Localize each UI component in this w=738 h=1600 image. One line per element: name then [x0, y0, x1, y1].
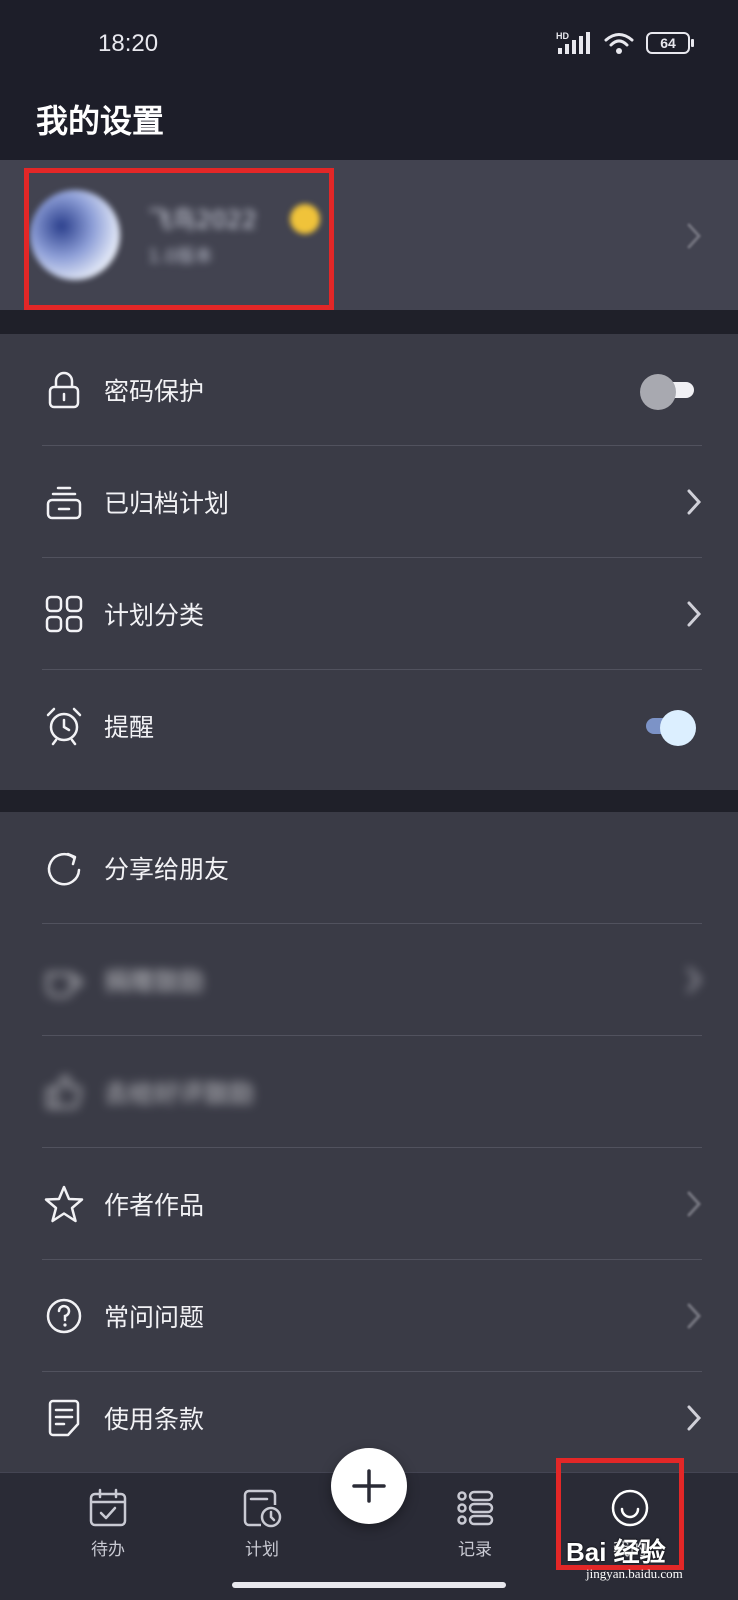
setting-row-donate[interactable]: 捐赠鼓励 — [0, 924, 738, 1036]
setting-label: 捐赠鼓励 — [104, 967, 205, 996]
smiley-icon — [611, 1489, 649, 1527]
setting-row-password[interactable]: 密码保护 — [0, 334, 738, 446]
avatar[interactable] — [30, 190, 120, 280]
setting-label: 去给好评鼓励 — [104, 1079, 255, 1108]
watermark-logo: Bai 经验 — [566, 1537, 666, 1567]
plus-icon — [352, 1469, 386, 1503]
question-icon — [46, 1298, 82, 1334]
document-icon — [48, 1399, 80, 1437]
section-separator — [0, 310, 738, 334]
tab-plan[interactable]: 计划 — [222, 1487, 302, 1560]
toggle-knob — [660, 710, 696, 746]
tab-records[interactable]: 记录 — [435, 1487, 515, 1560]
setting-label: 计划分类 — [104, 601, 205, 630]
password-toggle[interactable] — [640, 374, 696, 410]
setting-label: 提醒 — [104, 713, 155, 742]
setting-label: 已归档计划 — [104, 489, 230, 518]
status-time: 18:20 — [98, 30, 159, 57]
settings-group-2: 分享给朋友 捐赠鼓励 去给好评鼓励 作者作品 常问问题 使用条款 — [0, 812, 738, 1472]
tab-label: 记录 — [458, 1540, 492, 1560]
signal-icon: HD — [556, 31, 590, 54]
tab-todo[interactable]: 待办 — [68, 1487, 148, 1560]
chevron-right-icon — [687, 601, 702, 627]
add-button[interactable] — [331, 1448, 407, 1524]
setting-row-reminder[interactable]: 提醒 — [0, 670, 738, 782]
tab-label: 待办 — [91, 1540, 125, 1560]
setting-label: 常问问题 — [104, 1303, 205, 1332]
star-icon — [44, 1185, 84, 1223]
lock-icon — [48, 371, 80, 409]
chevron-right-icon — [687, 1191, 702, 1217]
setting-row-faq[interactable]: 常问问题 — [0, 1260, 738, 1372]
setting-row-categories[interactable]: 计划分类 — [0, 558, 738, 670]
list-icon — [457, 1490, 494, 1526]
chevron-right-icon — [687, 223, 702, 249]
profile-name: 飞鸟2022 — [148, 206, 258, 234]
profile-card[interactable]: 飞鸟2022 1.0版本 — [0, 160, 738, 310]
setting-label: 密码保护 — [104, 377, 205, 406]
chevron-right-icon — [687, 1405, 702, 1431]
setting-label: 分享给朋友 — [104, 855, 230, 884]
schedule-icon — [243, 1489, 282, 1528]
setting-row-rate[interactable]: 去给好评鼓励 — [0, 1036, 738, 1148]
vip-badge-icon — [290, 204, 320, 234]
chevron-right-icon — [687, 1303, 702, 1329]
chevron-right-icon — [687, 489, 702, 515]
battery-indicator: 64 — [646, 32, 694, 54]
chevron-right-icon — [687, 967, 702, 993]
setting-label: 使用条款 — [104, 1405, 205, 1434]
page-header: 我的设置 — [0, 90, 738, 160]
alarm-clock-icon — [46, 707, 82, 746]
tab-label: 计划 — [245, 1540, 279, 1560]
setting-row-share[interactable]: 分享给朋友 — [0, 812, 738, 924]
settings-group-1: 密码保护 已归档计划 计划分类 提醒 — [0, 334, 738, 790]
profile-subtitle: 1.0版本 — [148, 246, 213, 267]
setting-row-archived[interactable]: 已归档计划 — [0, 446, 738, 558]
status-icons: HD 64 — [556, 30, 694, 56]
watermark-url: jingyan.baidu.com — [586, 1566, 683, 1581]
home-indicator — [232, 1582, 506, 1588]
share-icon — [47, 852, 81, 886]
thumbs-up-icon — [46, 1075, 82, 1109]
grid-icon — [45, 595, 83, 633]
toggle-knob — [640, 374, 676, 410]
wifi-icon — [604, 33, 634, 54]
page-title: 我的设置 — [36, 102, 165, 140]
calendar-check-icon — [89, 1488, 127, 1527]
section-separator — [0, 790, 738, 812]
coffee-icon — [46, 972, 83, 998]
status-bar: 18:20 HD 64 — [0, 0, 738, 90]
setting-row-author-works[interactable]: 作者作品 — [0, 1148, 738, 1260]
setting-label: 作者作品 — [104, 1191, 205, 1220]
archive-icon — [46, 486, 82, 520]
network-type: HD — [556, 31, 569, 41]
reminder-toggle[interactable] — [640, 710, 696, 746]
